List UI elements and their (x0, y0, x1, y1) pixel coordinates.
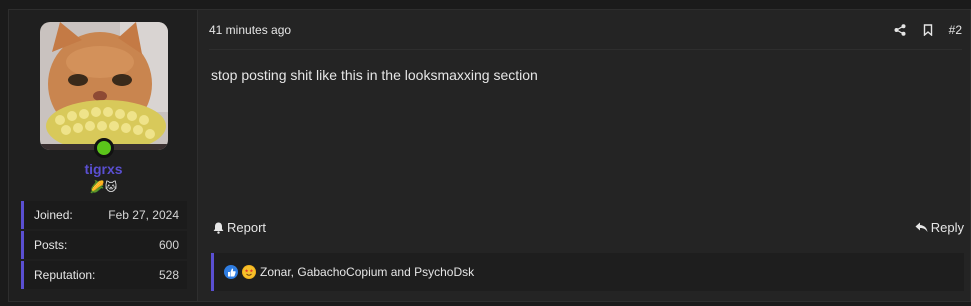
user-badges: 🌽🐱 (89, 180, 118, 194)
stat-label: Posts: (34, 238, 68, 252)
stat-value: Feb 27, 2024 (108, 208, 179, 222)
user-panel: tigrxs 🌽🐱 Joined: Feb 27, 2024 Posts: 60… (9, 10, 198, 301)
share-icon[interactable] (893, 23, 907, 37)
report-label: Report (227, 220, 267, 235)
stat-reputation: Reputation: 528 (21, 261, 187, 289)
report-button[interactable]: Report (213, 220, 266, 235)
bell-icon (213, 222, 224, 234)
post-body: stop posting shit like this in the looks… (211, 67, 538, 83)
stat-posts: Posts: 600 (21, 231, 187, 259)
reply-button[interactable]: Reply (915, 220, 964, 235)
stat-joined: Joined: Feb 27, 2024 (21, 201, 187, 229)
post-timestamp[interactable]: 41 minutes ago (209, 23, 291, 37)
reactions-bar[interactable]: Zonar, GabachoCopium and PsychoDsk (211, 253, 964, 291)
stat-value: 600 (158, 238, 179, 252)
reply-icon (915, 222, 928, 232)
reaction-users[interactable]: Zonar, GabachoCopium and PsychoDsk (260, 265, 474, 279)
star-eyes-icon (242, 265, 256, 279)
post: tigrxs 🌽🐱 Joined: Feb 27, 2024 Posts: 60… (8, 9, 971, 302)
avatar[interactable] (40, 22, 168, 150)
post-number-link[interactable]: #2 (949, 23, 962, 37)
post-header: 41 minutes ago #2 (209, 10, 962, 50)
stat-label: Joined: (34, 208, 73, 222)
post-header-actions: #2 (893, 23, 962, 37)
thumbs-up-icon (224, 265, 238, 279)
post-footer: Report Reply (213, 220, 964, 235)
stat-label: Reputation: (34, 268, 96, 282)
bookmark-icon[interactable] (921, 23, 935, 37)
stat-value: 528 (158, 268, 179, 282)
reply-label: Reply (930, 220, 964, 235)
online-status-indicator (94, 138, 114, 158)
username[interactable]: tigrxs (9, 161, 198, 177)
post-main: 41 minutes ago #2 stop posting shit like… (199, 10, 970, 301)
